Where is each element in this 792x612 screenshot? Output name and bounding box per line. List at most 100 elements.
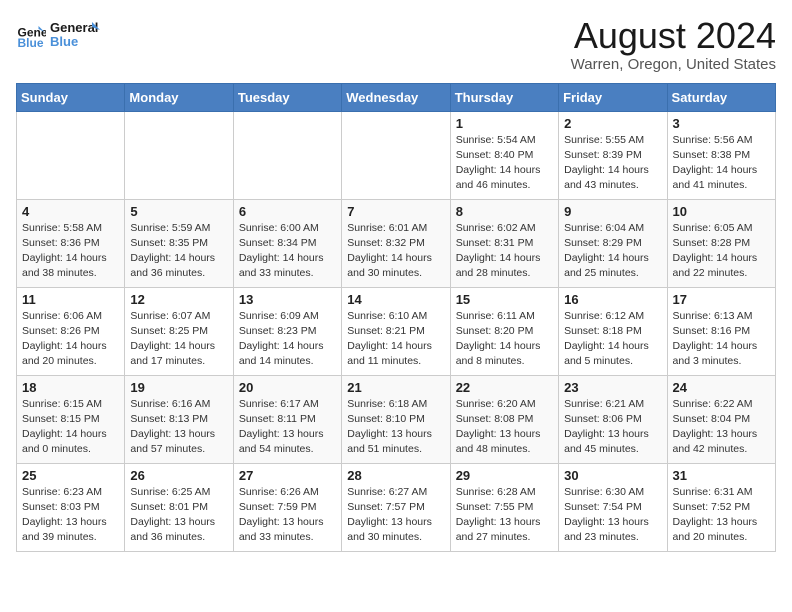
- calendar-cell: 10 Sunrise: 6:05 AMSunset: 8:28 PMDayligh…: [667, 199, 775, 287]
- svg-text:General: General: [50, 20, 98, 35]
- calendar-cell: 31 Sunrise: 6:31 AMSunset: 7:52 PMDayligh…: [667, 463, 775, 551]
- day-number: 10: [673, 204, 770, 219]
- calendar-cell: 21Sunrise: 6:18 AMSunset: 8:10 PMDayligh…: [342, 375, 450, 463]
- calendar-cell: 29Sunrise: 6:28 AMSunset: 7:55 PMDayligh…: [450, 463, 558, 551]
- day-info: Sunrise: 5:54 AMSunset: 8:40 PMDaylight:…: [456, 133, 553, 194]
- calendar-week-3: 11Sunrise: 6:06 AMSunset: 8:26 PMDayligh…: [17, 287, 776, 375]
- day-info: Sunrise: 5:58 AMSunset: 8:36 PMDaylight:…: [22, 221, 119, 282]
- calendar-cell: 19 Sunrise: 6:16 AMSunset: 8:13 PMDayligh…: [125, 375, 233, 463]
- day-info: Sunrise: 6:10 AMSunset: 8:21 PMDaylight:…: [347, 309, 444, 370]
- calendar-week-1: 1 Sunrise: 5:54 AMSunset: 8:40 PMDaylight…: [17, 111, 776, 199]
- calendar-body: 1 Sunrise: 5:54 AMSunset: 8:40 PMDaylight…: [17, 111, 776, 551]
- day-info: Sunrise: 5:56 AMSunset: 8:38 PMDaylight:…: [673, 133, 770, 194]
- day-info: Sunrise: 6:21 AMSunset: 8:06 PMDaylight:…: [564, 397, 661, 458]
- day-number: 30: [564, 468, 661, 483]
- calendar-cell: 3 Sunrise: 5:56 AMSunset: 8:38 PMDaylight…: [667, 111, 775, 199]
- day-info: Sunrise: 6:15 AMSunset: 8:15 PMDaylight:…: [22, 397, 119, 458]
- day-number: 8: [456, 204, 553, 219]
- calendar-cell: 14 Sunrise: 6:10 AMSunset: 8:21 PMDayligh…: [342, 287, 450, 375]
- day-number: 29: [456, 468, 553, 483]
- title-block: August 2024 Warren, Oregon, United State…: [571, 16, 776, 73]
- day-info: Sunrise: 6:17 AMSunset: 8:11 PMDaylight:…: [239, 397, 336, 458]
- day-number: 5: [130, 204, 227, 219]
- day-info: Sunrise: 6:12 AMSunset: 8:18 PMDaylight:…: [564, 309, 661, 370]
- calendar-cell: 26Sunrise: 6:25 AMSunset: 8:01 PMDayligh…: [125, 463, 233, 551]
- day-info: Sunrise: 6:11 AMSunset: 8:20 PMDaylight:…: [456, 309, 553, 370]
- day-number: 16: [564, 292, 661, 307]
- page-header: General Blue General Blue August 2024 Wa…: [16, 16, 776, 73]
- day-info: Sunrise: 6:27 AMSunset: 7:57 PMDaylight:…: [347, 485, 444, 546]
- day-number: 11: [22, 292, 119, 307]
- svg-text:Blue: Blue: [18, 36, 44, 50]
- calendar-cell: 28 Sunrise: 6:27 AMSunset: 7:57 PMDayligh…: [342, 463, 450, 551]
- day-number: 23: [564, 380, 661, 395]
- calendar-cell: 23 Sunrise: 6:21 AMSunset: 8:06 PMDayligh…: [559, 375, 667, 463]
- calendar-cell: 8 Sunrise: 6:02 AMSunset: 8:31 PMDaylight…: [450, 199, 558, 287]
- calendar-week-4: 18 Sunrise: 6:15 AMSunset: 8:15 PMDayligh…: [17, 375, 776, 463]
- day-info: Sunrise: 6:05 AMSunset: 8:28 PMDaylight:…: [673, 221, 770, 282]
- day-info: Sunrise: 5:59 AMSunset: 8:35 PMDaylight:…: [130, 221, 227, 282]
- logo-graphic: General Blue: [50, 16, 100, 54]
- day-info: Sunrise: 6:09 AMSunset: 8:23 PMDaylight:…: [239, 309, 336, 370]
- day-header-saturday: Saturday: [667, 83, 775, 111]
- calendar-cell: 4 Sunrise: 5:58 AMSunset: 8:36 PMDaylight…: [17, 199, 125, 287]
- calendar-cell: 1 Sunrise: 5:54 AMSunset: 8:40 PMDaylight…: [450, 111, 558, 199]
- calendar-cell: 13Sunrise: 6:09 AMSunset: 8:23 PMDayligh…: [233, 287, 341, 375]
- calendar-cell: 27 Sunrise: 6:26 AMSunset: 7:59 PMDayligh…: [233, 463, 341, 551]
- location: Warren, Oregon, United States: [571, 56, 776, 73]
- calendar-cell: 24Sunrise: 6:22 AMSunset: 8:04 PMDayligh…: [667, 375, 775, 463]
- day-number: 31: [673, 468, 770, 483]
- calendar-cell: 6Sunrise: 6:00 AMSunset: 8:34 PMDaylight…: [233, 199, 341, 287]
- calendar-cell: 25 Sunrise: 6:23 AMSunset: 8:03 PMDayligh…: [17, 463, 125, 551]
- day-number: 12: [130, 292, 227, 307]
- day-info: Sunrise: 6:00 AMSunset: 8:34 PMDaylight:…: [239, 221, 336, 282]
- day-number: 25: [22, 468, 119, 483]
- day-info: Sunrise: 6:30 AMSunset: 7:54 PMDaylight:…: [564, 485, 661, 546]
- calendar-header-row: SundayMondayTuesdayWednesdayThursdayFrid…: [17, 83, 776, 111]
- day-header-monday: Monday: [125, 83, 233, 111]
- svg-text:Blue: Blue: [50, 34, 78, 49]
- day-number: 27: [239, 468, 336, 483]
- day-info: Sunrise: 6:20 AMSunset: 8:08 PMDaylight:…: [456, 397, 553, 458]
- calendar-cell: 22 Sunrise: 6:20 AMSunset: 8:08 PMDayligh…: [450, 375, 558, 463]
- calendar-cell: 2 Sunrise: 5:55 AMSunset: 8:39 PMDaylight…: [559, 111, 667, 199]
- day-number: 19: [130, 380, 227, 395]
- day-number: 4: [22, 204, 119, 219]
- calendar-cell: 15 Sunrise: 6:11 AMSunset: 8:20 PMDayligh…: [450, 287, 558, 375]
- calendar-week-2: 4 Sunrise: 5:58 AMSunset: 8:36 PMDaylight…: [17, 199, 776, 287]
- logo-icon: General Blue: [16, 20, 46, 50]
- day-number: 17: [673, 292, 770, 307]
- day-info: Sunrise: 5:55 AMSunset: 8:39 PMDaylight:…: [564, 133, 661, 194]
- calendar-cell: 5 Sunrise: 5:59 AMSunset: 8:35 PMDaylight…: [125, 199, 233, 287]
- day-header-friday: Friday: [559, 83, 667, 111]
- calendar-cell: 7 Sunrise: 6:01 AMSunset: 8:32 PMDaylight…: [342, 199, 450, 287]
- day-header-tuesday: Tuesday: [233, 83, 341, 111]
- day-info: Sunrise: 6:23 AMSunset: 8:03 PMDaylight:…: [22, 485, 119, 546]
- day-info: Sunrise: 6:01 AMSunset: 8:32 PMDaylight:…: [347, 221, 444, 282]
- day-number: 21: [347, 380, 444, 395]
- calendar-cell: 11Sunrise: 6:06 AMSunset: 8:26 PMDayligh…: [17, 287, 125, 375]
- day-number: 15: [456, 292, 553, 307]
- day-header-wednesday: Wednesday: [342, 83, 450, 111]
- day-number: 18: [22, 380, 119, 395]
- day-number: 9: [564, 204, 661, 219]
- day-number: 14: [347, 292, 444, 307]
- day-info: Sunrise: 6:31 AMSunset: 7:52 PMDaylight:…: [673, 485, 770, 546]
- day-number: 2: [564, 116, 661, 131]
- calendar-cell: 30 Sunrise: 6:30 AMSunset: 7:54 PMDayligh…: [559, 463, 667, 551]
- day-header-thursday: Thursday: [450, 83, 558, 111]
- calendar-cell: [125, 111, 233, 199]
- logo: General Blue General Blue: [16, 16, 100, 54]
- day-number: 3: [673, 116, 770, 131]
- day-number: 28: [347, 468, 444, 483]
- day-info: Sunrise: 6:25 AMSunset: 8:01 PMDaylight:…: [130, 485, 227, 546]
- day-number: 24: [673, 380, 770, 395]
- calendar-week-5: 25 Sunrise: 6:23 AMSunset: 8:03 PMDayligh…: [17, 463, 776, 551]
- day-info: Sunrise: 6:26 AMSunset: 7:59 PMDaylight:…: [239, 485, 336, 546]
- calendar-cell: 18 Sunrise: 6:15 AMSunset: 8:15 PMDayligh…: [17, 375, 125, 463]
- day-info: Sunrise: 6:16 AMSunset: 8:13 PMDaylight:…: [130, 397, 227, 458]
- day-number: 7: [347, 204, 444, 219]
- day-number: 1: [456, 116, 553, 131]
- day-number: 22: [456, 380, 553, 395]
- day-info: Sunrise: 6:02 AMSunset: 8:31 PMDaylight:…: [456, 221, 553, 282]
